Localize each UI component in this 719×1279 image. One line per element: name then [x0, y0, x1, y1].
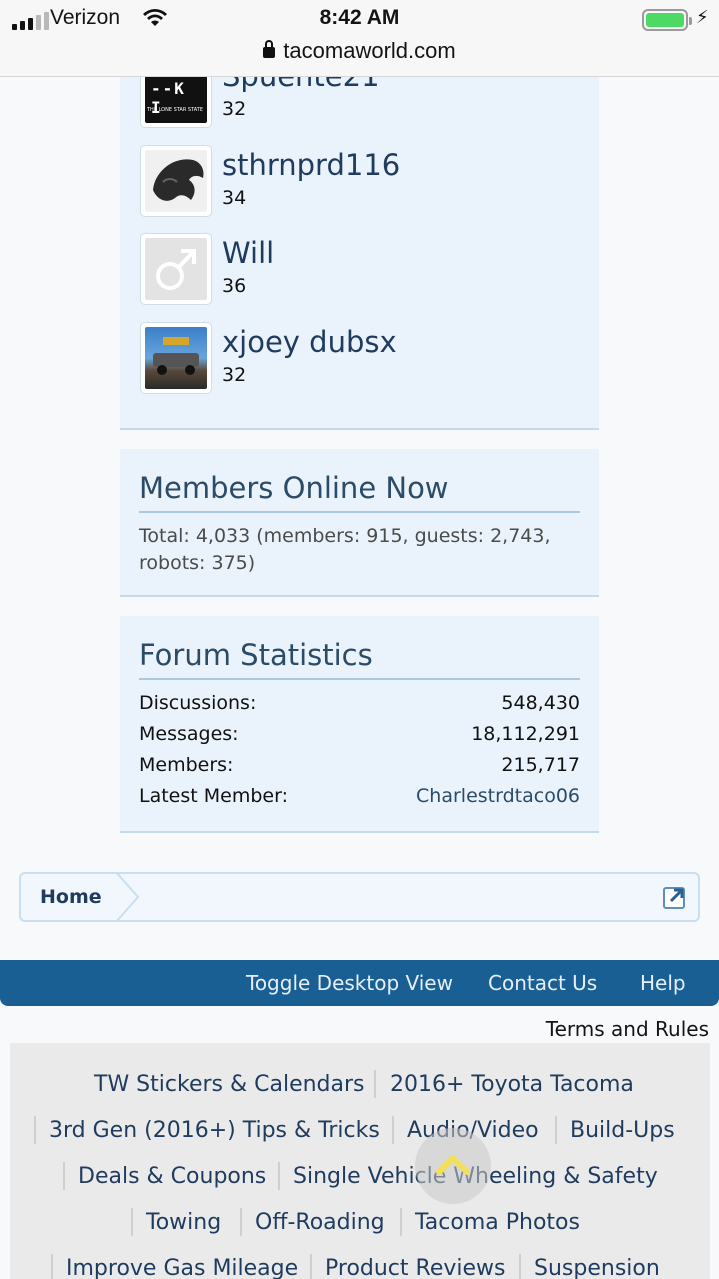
member-item[interactable]: xjoey dubsx 32 [140, 322, 580, 394]
stat-row: Latest Member: Charlestrdtaco06 [139, 785, 580, 811]
separator [555, 1116, 557, 1144]
toggle-desktop-link[interactable]: Toggle Desktop View [246, 960, 453, 1006]
stat-value: 548,430 [501, 692, 580, 714]
member-count: 34 [222, 187, 247, 209]
separator [51, 1254, 53, 1279]
texas-plate-avatar-image: --K I THE LONE STAR STATE [145, 77, 207, 123]
member-item[interactable]: Will 36 [140, 233, 580, 305]
jump-icon[interactable] [662, 884, 688, 910]
avatar[interactable]: --K I THE LONE STAR STATE [140, 77, 212, 128]
stat-label: Discussions: [139, 692, 257, 714]
member-count: 36 [222, 275, 247, 297]
stat-value: 18,112,291 [471, 723, 580, 745]
truck-avatar-image [145, 327, 207, 389]
lock-icon [263, 40, 276, 58]
stat-label: Latest Member: [139, 785, 288, 807]
contact-us-link[interactable]: Contact Us [488, 960, 597, 1006]
member-name[interactable]: xjoey dubsx [222, 325, 397, 359]
breadcrumb-separator [116, 874, 140, 920]
footer-link[interactable]: Product Reviews [325, 1256, 505, 1279]
url-text: tacomaworld.com [283, 38, 456, 63]
member-item[interactable]: sthrnprd116 34 [140, 145, 580, 217]
separator [374, 1070, 376, 1098]
help-link[interactable]: Help [640, 960, 686, 1006]
footer-link[interactable]: Build-Ups [570, 1118, 675, 1143]
battery-icon [642, 9, 692, 31]
footer-link[interactable]: Improve Gas Mileage [66, 1256, 298, 1279]
male-symbol-avatar-image [145, 238, 207, 300]
stat-row: Discussions: 548,430 [139, 692, 580, 718]
separator [400, 1208, 402, 1236]
footer-bar: Toggle Desktop View Contact Us Help [0, 960, 719, 1006]
member-list-panel: --K I THE LONE STAR STATE Spuente21 32 s… [120, 77, 599, 430]
breadcrumb: Home [19, 872, 700, 922]
separator [310, 1254, 312, 1279]
footer-link[interactable]: Towing [146, 1210, 221, 1235]
terms-link[interactable]: Terms and Rules [546, 1017, 709, 1041]
member-count: 32 [222, 98, 247, 120]
stat-row: Members: 215,717 [139, 754, 580, 780]
section-title: Members Online Now [139, 471, 580, 513]
member-item[interactable]: --K I THE LONE STAR STATE Spuente21 32 [140, 77, 580, 128]
status-bar: Verizon 8:42 AM ⚡ tacomaworld.com [0, 0, 719, 77]
section-title: Forum Statistics [139, 638, 580, 680]
footer-link[interactable]: TW Stickers & Calendars [94, 1072, 365, 1097]
clock: 8:42 AM [319, 6, 400, 29]
stat-label: Messages: [139, 723, 239, 745]
member-name[interactable]: sthrnprd116 [222, 148, 400, 182]
footer-link[interactable]: Suspension [534, 1256, 660, 1279]
member-name[interactable]: Spuente21 [222, 77, 380, 93]
separator [63, 1162, 65, 1190]
separator [278, 1162, 280, 1190]
separator [34, 1116, 36, 1144]
charging-icon: ⚡ [696, 7, 709, 28]
avatar[interactable] [140, 233, 212, 305]
footer-link[interactable]: 3rd Gen (2016+) Tips & Tricks [49, 1118, 380, 1143]
footer-link[interactable]: Tacoma Photos [415, 1210, 580, 1235]
panther-avatar-image [145, 150, 207, 212]
avatar[interactable] [140, 322, 212, 394]
footer-link[interactable]: 2016+ Toyota Tacoma [390, 1072, 634, 1097]
chevron-up-icon [436, 1155, 470, 1175]
scroll-to-top-button[interactable] [415, 1128, 491, 1204]
member-count: 32 [222, 364, 247, 386]
online-summary: Total: 4,033 (members: 915, guests: 2,74… [139, 525, 551, 574]
avatar[interactable] [140, 145, 212, 217]
latest-member-link[interactable]: Charlestrdtaco06 [416, 785, 580, 807]
separator [392, 1116, 394, 1144]
footer-link[interactable]: Deals & Coupons [78, 1164, 266, 1189]
forum-statistics-panel: Forum Statistics Discussions: 548,430 Me… [120, 616, 599, 833]
stat-label: Members: [139, 754, 234, 776]
separator [519, 1254, 521, 1279]
members-online-panel: Members Online Now Total: 4,033 (members… [120, 449, 599, 597]
footer-link[interactable]: Off-Roading [255, 1210, 385, 1235]
footer-links-area: TW Stickers & Calendars 2016+ Toyota Tac… [10, 1043, 710, 1279]
stat-row: Messages: 18,112,291 [139, 723, 580, 749]
stat-value: 215,717 [501, 754, 580, 776]
member-name[interactable]: Will [222, 236, 274, 270]
separator [131, 1208, 133, 1236]
separator [240, 1208, 242, 1236]
address-bar[interactable]: tacomaworld.com [0, 38, 719, 64]
